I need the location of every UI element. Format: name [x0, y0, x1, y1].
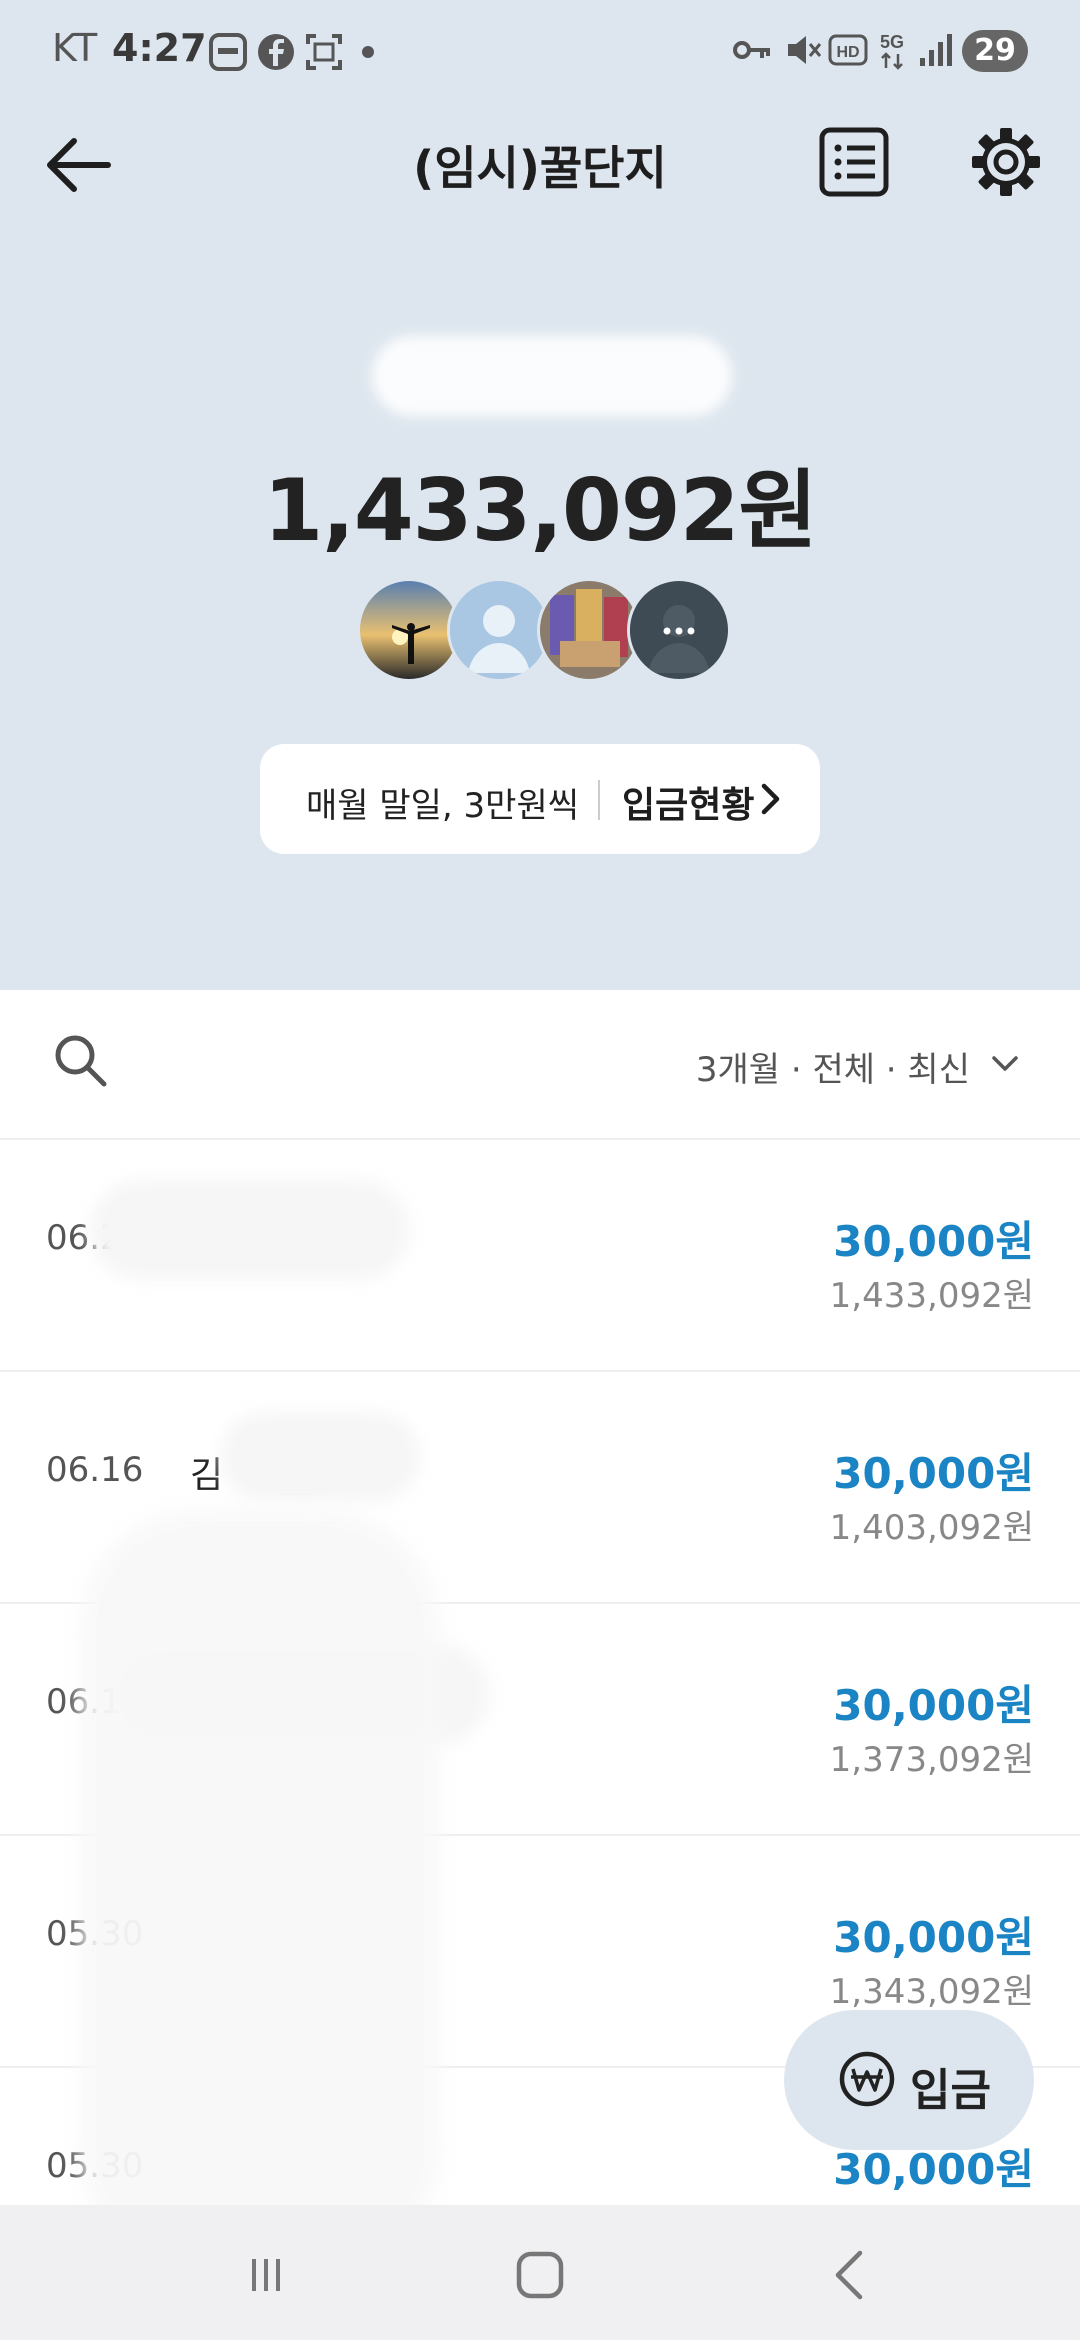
transaction-balance: 1,373,092원 — [829, 1740, 1034, 1780]
redacted-name — [90, 1180, 410, 1280]
more-notifications-dot — [362, 46, 374, 58]
system-nav-bar — [0, 2205, 1080, 2340]
home-icon[interactable] — [510, 2245, 570, 2305]
carrier-label: KT — [52, 26, 98, 70]
transaction-date: 06.16 — [46, 1450, 144, 1490]
battery-indicator: 29 — [962, 30, 1028, 72]
settings-gear-icon[interactable] — [968, 124, 1044, 200]
savings-schedule: 매월 말일, 3만원씩 — [306, 786, 580, 826]
deposit-label: 입금 — [910, 2065, 991, 2116]
savings-rule-card[interactable]: 매월 말일, 3만원씩 입금현황 — [260, 744, 820, 854]
vpn-key-icon — [733, 41, 770, 59]
transaction-amount: 30,000원 — [833, 1913, 1034, 1962]
signal-icon — [920, 34, 952, 66]
transaction-balance: 1,433,092원 — [829, 1276, 1034, 1316]
page-title: (임시)꿀단지 — [413, 141, 667, 195]
transaction-name: 김 — [190, 1455, 224, 1496]
avatar-sunset[interactable] — [357, 578, 461, 682]
transaction-balance: 1,343,092원 — [829, 1972, 1034, 2012]
clock-time: 4:27 — [112, 26, 207, 70]
transaction-row[interactable]: 06.2 30,000원 1,433,092원 — [0, 1140, 1080, 1372]
svg-text:HD: HD — [836, 44, 859, 61]
filter-dropdown[interactable]: 3개월 · 전체 · 최신 — [696, 1042, 970, 1091]
list-icon[interactable] — [818, 126, 890, 198]
screenshot-icon — [306, 34, 342, 70]
status-bar: KT 4:27 HD 5G 29 — [0, 0, 1080, 100]
transaction-amount: 30,000원 — [833, 1681, 1034, 1730]
won-coin-icon — [839, 2051, 895, 2107]
chevron-down-icon[interactable] — [988, 1046, 1022, 1080]
svg-text:5G: 5G — [880, 32, 904, 52]
filter-bar: 3개월 · 전체 · 최신 — [0, 990, 1080, 1140]
balance-amount: 1,433,092원 — [263, 461, 817, 561]
mute-icon — [788, 36, 822, 64]
avatar-default[interactable] — [447, 578, 551, 682]
redacted-name — [220, 1412, 420, 1502]
redaction-scribble — [80, 1510, 440, 2270]
transaction-amount: 30,000원 — [833, 1217, 1034, 1266]
transaction-balance: 1,403,092원 — [829, 1508, 1034, 1548]
chevron-right-icon — [761, 783, 780, 815]
recent-apps-icon[interactable] — [236, 2245, 296, 2305]
search-icon[interactable] — [50, 1030, 110, 1090]
transaction-amount: 30,000원 — [833, 1449, 1034, 1498]
facebook-icon — [258, 34, 294, 70]
redacted-owner-name — [372, 336, 732, 416]
avatar-snacks[interactable] — [537, 578, 641, 682]
network-5g-icon: 5G — [880, 32, 904, 70]
nav-back-icon[interactable] — [820, 2245, 880, 2305]
deposit-button[interactable]: 입금 — [784, 2010, 1034, 2150]
divider — [598, 780, 600, 820]
member-avatars[interactable] — [357, 578, 731, 682]
more-members-icon[interactable] — [627, 578, 731, 682]
app-notification-icon — [209, 33, 247, 71]
deposit-status-link[interactable]: 입금현황 — [622, 776, 754, 828]
hd-voice-icon: HD — [828, 34, 868, 66]
